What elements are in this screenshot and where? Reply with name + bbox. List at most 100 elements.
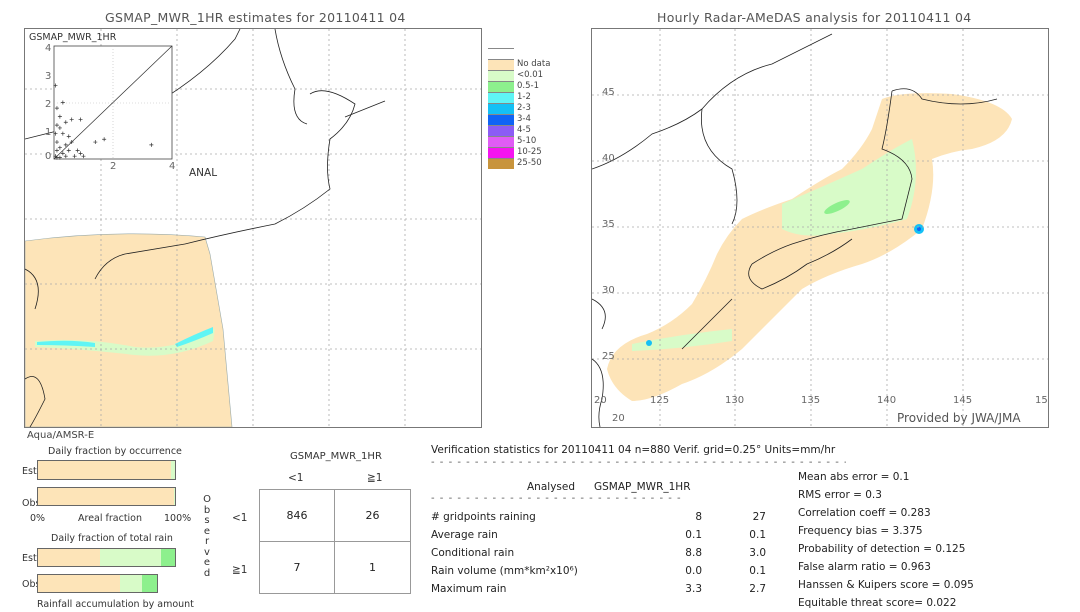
total-rain-est-bar xyxy=(37,548,176,567)
inset-xtick-4: 4 xyxy=(169,161,176,172)
left-panel-title: GSMAP_MWR_1HR estimates for 20110411 04 xyxy=(105,10,406,25)
stat-row-model: 0.1 xyxy=(749,565,766,577)
occurrence-title: Daily fraction by occurrence xyxy=(48,446,182,457)
score-line: RMS error = 0.3 xyxy=(798,489,882,501)
score-line: False alarm ratio = 0.963 xyxy=(798,561,931,573)
inset-ytick-2: 2 xyxy=(45,99,52,110)
contingency-observed-label: Observed xyxy=(203,494,211,579)
inset-ylabel: GSMAP_MWR_1HR xyxy=(29,32,117,43)
lat-tick-40: 40 xyxy=(602,153,615,164)
score-line: Hanssen & Kuipers score = 0.095 xyxy=(798,579,974,591)
score-line: Correlation coeff = 0.283 xyxy=(798,507,931,519)
contingency-cell-miss: 7 xyxy=(259,541,335,594)
stat-row-analysed: 0.1 xyxy=(685,529,702,541)
stat-row-analysed: 8 xyxy=(695,511,702,523)
legend-label: 2-3 xyxy=(517,103,531,113)
inset-ytick-4: 4 xyxy=(45,43,52,54)
legend-label: No data xyxy=(517,59,551,69)
legend-label: <0.01 xyxy=(517,70,544,80)
stat-row-analysed: 8.8 xyxy=(685,547,702,559)
legend-swatch xyxy=(488,125,514,136)
lon-tick-130: 130 xyxy=(725,395,745,406)
radar-rain-cell-south xyxy=(646,340,652,346)
legend-label: 4-5 xyxy=(517,125,531,135)
legend-label: 10-25 xyxy=(517,147,542,157)
contingency-cell-hit: 1 xyxy=(334,541,411,594)
stat-row-label: # gridpoints raining xyxy=(431,511,536,523)
occurrence-x1: 100% xyxy=(164,513,192,524)
lon-tick-120: 20 xyxy=(594,395,607,406)
occurrence-obs-bar xyxy=(37,487,176,506)
right-panel-title: Hourly Radar-AMeDAS analysis for 2011041… xyxy=(657,10,972,25)
bar-segment xyxy=(161,549,175,566)
stat-row-model: 27 xyxy=(752,511,766,523)
lon-tick-125: 125 xyxy=(650,395,670,406)
stat-row-label: Rain volume (mm*km²x10⁶) xyxy=(431,565,578,577)
legend-swatch xyxy=(488,70,514,81)
bar-segment xyxy=(38,549,100,566)
total-rain-obs-bar xyxy=(37,574,158,593)
contingency-col-header-lt1: <1 xyxy=(288,472,304,484)
legend-swatch xyxy=(488,81,514,92)
radar-rain-light xyxy=(782,139,916,236)
bar-segment xyxy=(99,549,162,566)
inset-ytick-3: 3 xyxy=(45,71,52,82)
occurrence-xlabel: Areal fraction xyxy=(78,513,143,524)
score-line: Equitable threat score= 0.022 xyxy=(798,597,957,609)
stat-row-label: Average rain xyxy=(431,529,498,541)
legend-label: 1-2 xyxy=(517,92,531,102)
scatter-inset xyxy=(53,45,173,160)
radar-coverage xyxy=(607,93,1012,401)
total-rain-est-label: Est xyxy=(22,553,37,564)
bar-segment xyxy=(174,488,175,505)
stat-row-label: Maximum rain xyxy=(431,583,507,595)
score-line: Mean abs error = 0.1 xyxy=(798,471,910,483)
lat-tick-45: 45 xyxy=(602,87,615,98)
legend-swatch xyxy=(488,114,514,125)
gsmap-map xyxy=(25,29,481,427)
inset-xlabel: ANAL xyxy=(189,167,218,179)
occurrence-est-label: Est xyxy=(22,466,37,477)
bar-segment xyxy=(120,575,142,592)
verification-divider: - - - - - - - - - - - - - - - - - - - - … xyxy=(431,457,846,468)
legend-swatch xyxy=(488,158,514,169)
gsmap-map-panel: GSMAP_MWR_1HR 4 3 2 1 0 2 4 ANAL xyxy=(24,28,482,428)
col-header-analysed: Analysed xyxy=(527,481,575,493)
inset-xtick-2: 2 xyxy=(110,161,117,172)
verification-header: Verification statistics for 20110411 04 … xyxy=(431,444,836,456)
occurrence-est-bar xyxy=(37,460,176,480)
satellite-label: Aqua/AMSR-E xyxy=(27,430,95,441)
col-header-model: GSMAP_MWR_1HR xyxy=(594,481,691,493)
contingency-cell-hits-neg: 846 xyxy=(259,489,335,542)
stat-row-model: 2.7 xyxy=(749,583,766,595)
legend-swatch xyxy=(488,136,514,147)
legend-swatch xyxy=(488,59,514,70)
legend-label: 5-10 xyxy=(517,136,537,146)
radar-rain-core-east xyxy=(917,227,921,231)
contingency-cell-false-alarm: 26 xyxy=(334,489,411,542)
bar-segment xyxy=(38,488,175,505)
color-legend: No data <0.01 0.5-1 1-2 2-3 3-4 4-5 5-10 10-25 25… xyxy=(488,48,558,170)
bar-segment xyxy=(38,575,121,592)
contingency-row-header-ge1: ≧1 xyxy=(232,564,248,576)
legend-swatch xyxy=(488,147,514,158)
satellite-swath xyxy=(25,233,233,427)
lon-tick-145: 145 xyxy=(953,395,973,406)
inset-ytick-0: 0 xyxy=(45,151,52,162)
lat-tick-25: 25 xyxy=(602,351,615,362)
legend-label: 25-50 xyxy=(517,158,542,168)
table-divider: - - - - - - - - - - - - - - - - - - - - … xyxy=(431,493,686,504)
stat-row-model: 3.0 xyxy=(749,547,766,559)
inset-ytick-1: 1 xyxy=(45,127,52,138)
contingency-model-label: GSMAP_MWR_1HR xyxy=(290,451,382,462)
legend-swatch xyxy=(488,92,514,103)
lat-tick-35: 35 xyxy=(602,219,615,230)
contingency-col-header-ge1: ≧1 xyxy=(367,472,383,484)
score-line: Frequency bias = 3.375 xyxy=(798,525,923,537)
radar-map-panel: 45 40 35 30 25 20 20 125 130 135 140 145… xyxy=(591,28,1049,428)
legend-swatch xyxy=(488,48,514,59)
stat-row-model: 0.1 xyxy=(749,529,766,541)
lat-tick-20: 20 xyxy=(612,413,625,424)
legend-label: 3-4 xyxy=(517,114,531,124)
stat-row-analysed: 3.3 xyxy=(685,583,702,595)
